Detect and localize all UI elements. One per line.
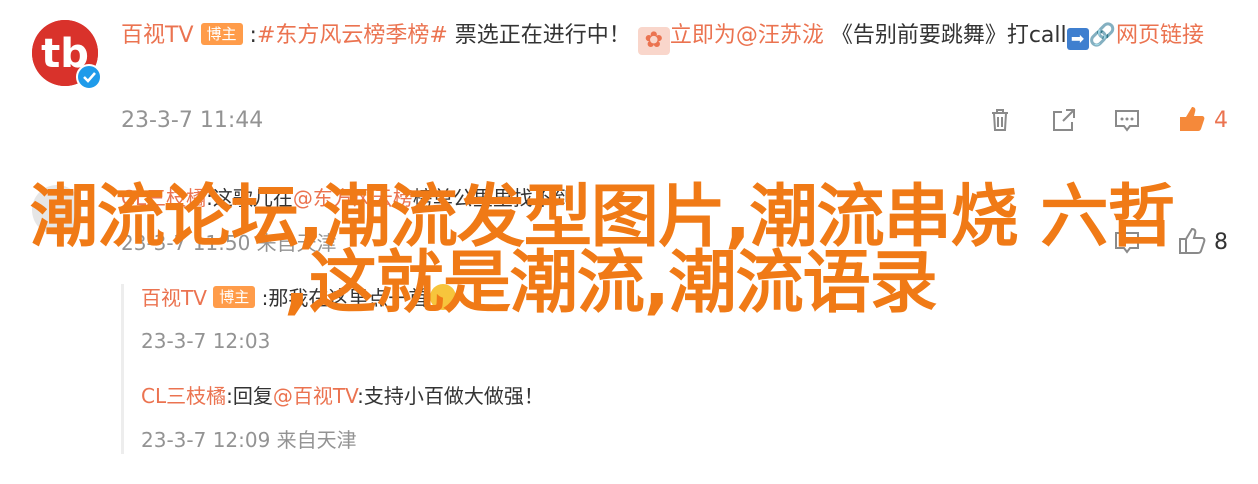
post-author[interactable]: 百视TV: [121, 23, 194, 48]
author-badge: 博主: [200, 23, 243, 45]
emoji-icon: ✿: [637, 27, 670, 55]
arrow-icon: ➡: [1066, 28, 1089, 50]
thumbs-up-icon[interactable]: [1176, 104, 1205, 132]
reply-author[interactable]: 百视TV: [141, 286, 207, 310]
comment-icon[interactable]: [1113, 106, 1141, 134]
reply-time: 23-3-7 12:09 来自天津: [141, 428, 357, 452]
reply-mention[interactable]: @百视TV: [273, 384, 357, 408]
reply-body: CL三枝橘:回复@百视TV:支持小百做大做强！: [141, 380, 544, 412]
overlay-title-line2: ,这就是潮流,潮流语录: [284, 244, 938, 323]
hashtag-link[interactable]: #东方风云榜季榜#: [257, 23, 448, 48]
reply-author[interactable]: CL三枝橘: [141, 384, 226, 408]
link-icon: 🔗: [1088, 23, 1117, 48]
web-link[interactable]: 网页链接: [1116, 23, 1204, 48]
post-time: 23-3-7 11:44: [121, 108, 264, 133]
trash-icon[interactable]: [986, 106, 1014, 134]
thumbs-up-icon[interactable]: [1176, 226, 1206, 254]
post-text-prefix: :: [249, 23, 257, 48]
comment-like-count: 8: [1214, 230, 1228, 255]
post-text: 票选正在进行中！: [447, 23, 631, 48]
reply-text-prefix: :回复: [226, 384, 273, 408]
post-text-after: 《告别前要跳舞》打call: [823, 23, 1067, 48]
avatar[interactable]: tb: [32, 20, 102, 90]
reply-time: 23-3-7 12:03: [141, 329, 271, 353]
like-count: 4: [1214, 108, 1228, 133]
reply-divider: [121, 284, 124, 454]
verified-icon: [76, 64, 102, 90]
mention-link[interactable]: 立即为@汪苏泷: [670, 23, 824, 48]
post-body: 百视TV 博主 :#东方风云榜季榜# 票选正在进行中！ ✿ 立即为@汪苏泷 《告别…: [121, 18, 1231, 55]
share-icon[interactable]: [1050, 106, 1078, 134]
author-badge: 博主: [213, 286, 256, 308]
reply-text: :支持小百做大做强！: [357, 384, 544, 408]
